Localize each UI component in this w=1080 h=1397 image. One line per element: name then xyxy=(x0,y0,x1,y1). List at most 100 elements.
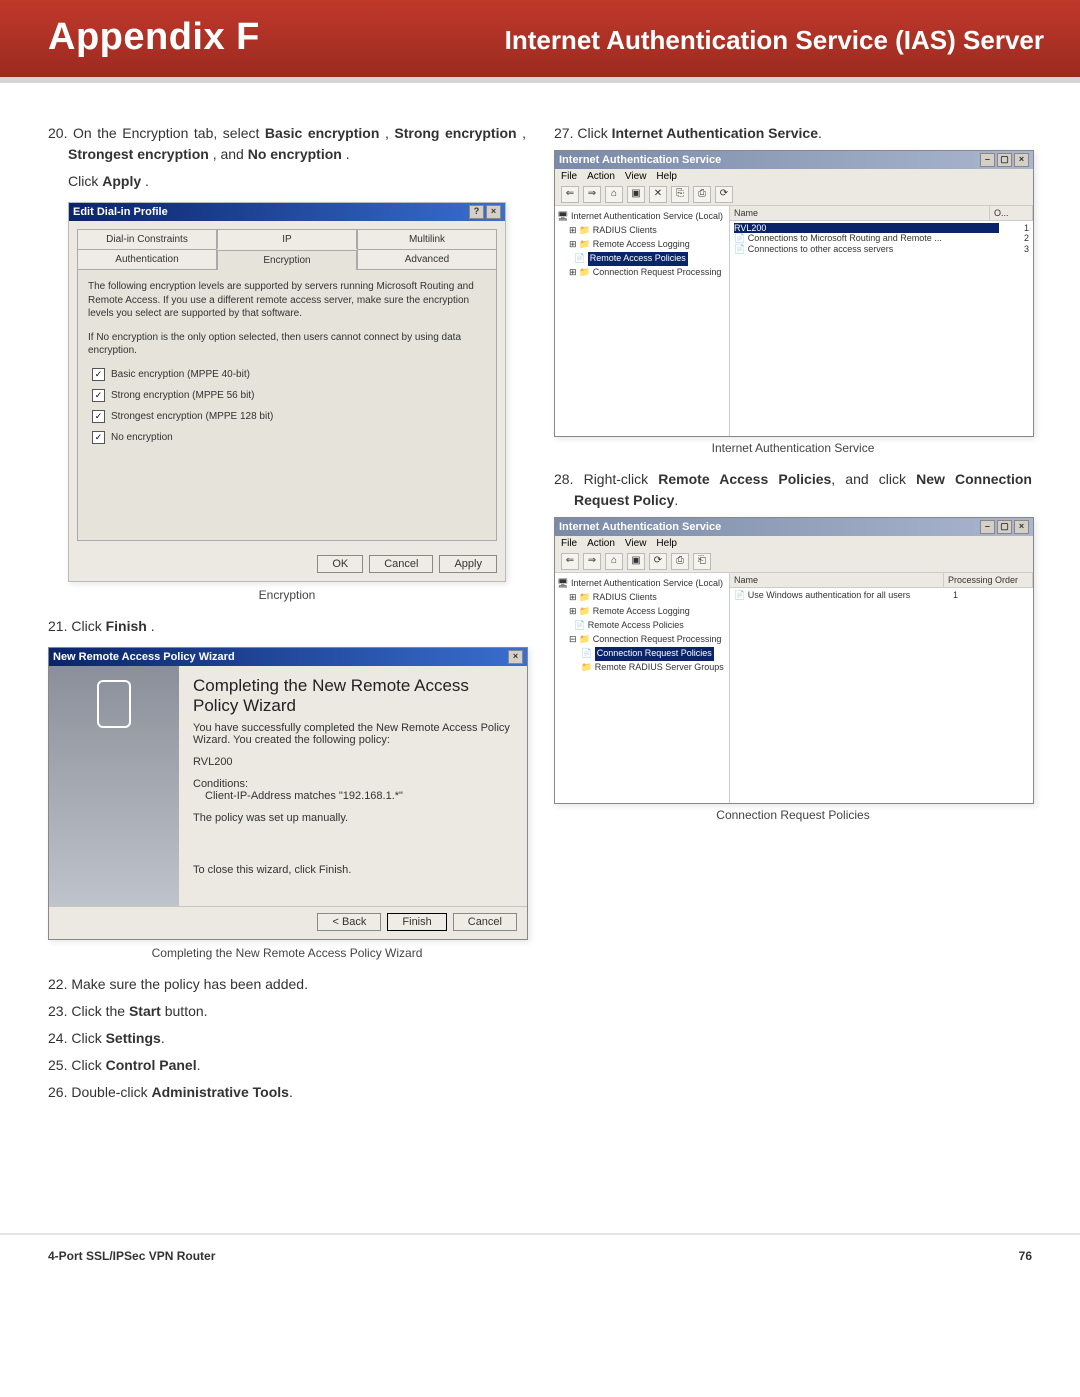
tree-connection-processing[interactable]: ⊟ 📁 Connection Request Processing xyxy=(557,633,727,647)
tab-dialin[interactable]: Dial-in Constraints xyxy=(77,229,217,249)
list-row[interactable]: 📄 Connections to other access servers3 xyxy=(734,244,1029,255)
minimize-icon[interactable]: – xyxy=(980,520,995,534)
tabs-row-2: Dial-in Constraints IP Multilink xyxy=(77,229,497,249)
menu-file[interactable]: File xyxy=(561,538,577,549)
nav-forward-icon[interactable]: ⇒ xyxy=(583,186,601,203)
maximize-icon[interactable]: ▢ xyxy=(997,153,1012,167)
encryption-note-1: The following encryption levels are supp… xyxy=(88,280,486,321)
properties-icon[interactable]: ▣ xyxy=(627,553,645,570)
list-row[interactable]: 📄 Connections to Microsoft Routing and R… xyxy=(734,233,1029,244)
chk-strongest[interactable]: ✓ Strongest encryption (MPPE 128 bit) xyxy=(92,410,486,423)
tree-logging[interactable]: ⊞ 📁 Remote Access Logging xyxy=(557,605,727,619)
wizard-body: Completing the New Remote Access Policy … xyxy=(49,666,527,906)
up-icon[interactable]: ⌂ xyxy=(605,186,623,203)
apply-button[interactable]: Apply xyxy=(439,555,497,573)
col-name[interactable]: Name xyxy=(730,206,990,220)
chk-none[interactable]: ✓ No encryption xyxy=(92,431,486,444)
close-icon[interactable]: × xyxy=(486,205,501,219)
list-header: Name Processing Order xyxy=(730,573,1033,588)
tab-multilink[interactable]: Multilink xyxy=(357,229,497,249)
refresh-icon[interactable]: ⟳ xyxy=(649,553,667,570)
step-21: 21. Click Finish . xyxy=(48,616,526,637)
nav-back-icon[interactable]: ⇐ xyxy=(561,186,579,203)
window-controls: – ▢ × xyxy=(980,520,1029,534)
col-order[interactable]: O... xyxy=(990,206,1033,220)
tree-logging[interactable]: ⊞ 📁 Remote Access Logging xyxy=(557,238,727,252)
tree-remote-access-policies[interactable]: 📄 Remote Access Policies xyxy=(557,252,727,266)
up-icon[interactable]: ⌂ xyxy=(605,553,623,570)
wizard-main: Completing the New Remote Access Policy … xyxy=(179,666,527,906)
checkbox-icon[interactable]: ✓ xyxy=(92,410,105,423)
wizard-cond-value: Client-IP-Address matches "192.168.1.*" xyxy=(193,790,513,802)
mmc2-titlebar: Internet Authentication Service – ▢ × xyxy=(555,518,1033,536)
nav-forward-icon[interactable]: ⇒ xyxy=(583,553,601,570)
cancel-button[interactable]: Cancel xyxy=(369,555,433,573)
tree-radius[interactable]: ⊞ 📁 RADIUS Clients xyxy=(557,224,727,238)
checkbox-icon[interactable]: ✓ xyxy=(92,431,105,444)
checkbox-icon[interactable]: ✓ xyxy=(92,368,105,381)
back-button[interactable]: < Back xyxy=(317,913,381,931)
right-column: 27. Click Internet Authentication Servic… xyxy=(554,119,1032,1109)
menubar: File Action View Help xyxy=(555,536,1033,551)
tab-body: The following encryption levels are supp… xyxy=(77,269,497,541)
col-order[interactable]: Processing Order xyxy=(944,573,1033,587)
tree-root[interactable]: 🖥 Internet Authentication Service (Local… xyxy=(557,577,727,591)
cancel-button[interactable]: Cancel xyxy=(453,913,517,931)
tree-connection-processing[interactable]: ⊞ 📁 Connection Request Processing xyxy=(557,266,727,280)
step-28: 28. Right-click Remote Access Policies, … xyxy=(554,469,1032,511)
chk-strong[interactable]: ✓ Strong encryption (MPPE 56 bit) xyxy=(92,389,486,402)
minimize-icon[interactable]: – xyxy=(980,153,995,167)
export-icon[interactable]: ⎙ xyxy=(693,186,711,203)
refresh-icon[interactable]: ⟳ xyxy=(715,186,733,203)
tree-remote-access-policies[interactable]: 📄 Remote Access Policies xyxy=(557,619,727,633)
properties-icon[interactable]: ▣ xyxy=(627,186,645,203)
chk-basic[interactable]: ✓ Basic encryption (MPPE 40-bit) xyxy=(92,368,486,381)
menu-help[interactable]: Help xyxy=(656,538,677,549)
dialog-titlebar: Edit Dial-in Profile ? × xyxy=(69,203,505,221)
list-header: Name O... xyxy=(730,206,1033,221)
mmc1-title: Internet Authentication Service xyxy=(559,154,721,166)
help-icon[interactable]: ? xyxy=(469,205,484,219)
wizard-titlebar: New Remote Access Policy Wizard × xyxy=(49,648,527,666)
finish-button[interactable]: Finish xyxy=(387,913,446,931)
menu-file[interactable]: File xyxy=(561,171,577,182)
col-name[interactable]: Name xyxy=(730,573,944,587)
list-row[interactable]: RVL2001 xyxy=(734,223,1029,233)
tree-connection-request-policies[interactable]: 📄 Connection Request Policies xyxy=(557,647,727,661)
maximize-icon[interactable]: ▢ xyxy=(997,520,1012,534)
tree-radius[interactable]: ⊞ 📁 RADIUS Clients xyxy=(557,591,727,605)
tree-root[interactable]: 🖥 Internet Authentication Service (Local… xyxy=(557,210,727,224)
close-icon[interactable]: × xyxy=(508,650,523,664)
screenshot-ias-window: Internet Authentication Service – ▢ × Fi… xyxy=(554,150,1034,437)
wizard-policy: RVL200 xyxy=(193,756,513,768)
tab-encryption[interactable]: Encryption xyxy=(217,250,357,270)
menu-action[interactable]: Action xyxy=(587,171,615,182)
tab-ip[interactable]: IP xyxy=(217,229,357,249)
tab-advanced[interactable]: Advanced xyxy=(357,249,497,269)
tabs-row-1: Authentication Encryption Advanced xyxy=(77,249,497,269)
wizard-buttons: < Back Finish Cancel xyxy=(49,906,527,939)
copy-icon[interactable]: ⎘ xyxy=(671,186,689,203)
dialog-buttons: OK Cancel Apply xyxy=(69,549,505,581)
left-column: 20. On the Encryption tab, select Basic … xyxy=(48,119,526,1109)
menu-view[interactable]: View xyxy=(625,538,647,549)
delete-icon[interactable]: ✕ xyxy=(649,186,667,203)
wizard-sidebar xyxy=(49,666,179,906)
menu-help[interactable]: Help xyxy=(656,171,677,182)
export-icon[interactable]: ⎙ xyxy=(671,553,689,570)
help-icon[interactable]: ⎗ xyxy=(693,553,711,570)
caption-ias: Internet Authentication Service xyxy=(554,441,1032,455)
close-icon[interactable]: × xyxy=(1014,520,1029,534)
footer-page: 76 xyxy=(1019,1249,1032,1263)
checkbox-icon[interactable]: ✓ xyxy=(92,389,105,402)
menu-view[interactable]: View xyxy=(625,171,647,182)
window-controls: – ▢ × xyxy=(980,153,1029,167)
tree-remote-radius-groups[interactable]: 📁 Remote RADIUS Server Groups xyxy=(557,661,727,675)
menu-action[interactable]: Action xyxy=(587,538,615,549)
close-icon[interactable]: × xyxy=(1014,153,1029,167)
ok-button[interactable]: OK xyxy=(317,555,363,573)
nav-back-icon[interactable]: ⇐ xyxy=(561,553,579,570)
tab-authentication[interactable]: Authentication xyxy=(77,249,217,269)
list-row[interactable]: 📄 Use Windows authentication for all use… xyxy=(734,590,1029,601)
list-pane: Name O... RVL2001 📄 Connections to Micro… xyxy=(730,206,1033,436)
